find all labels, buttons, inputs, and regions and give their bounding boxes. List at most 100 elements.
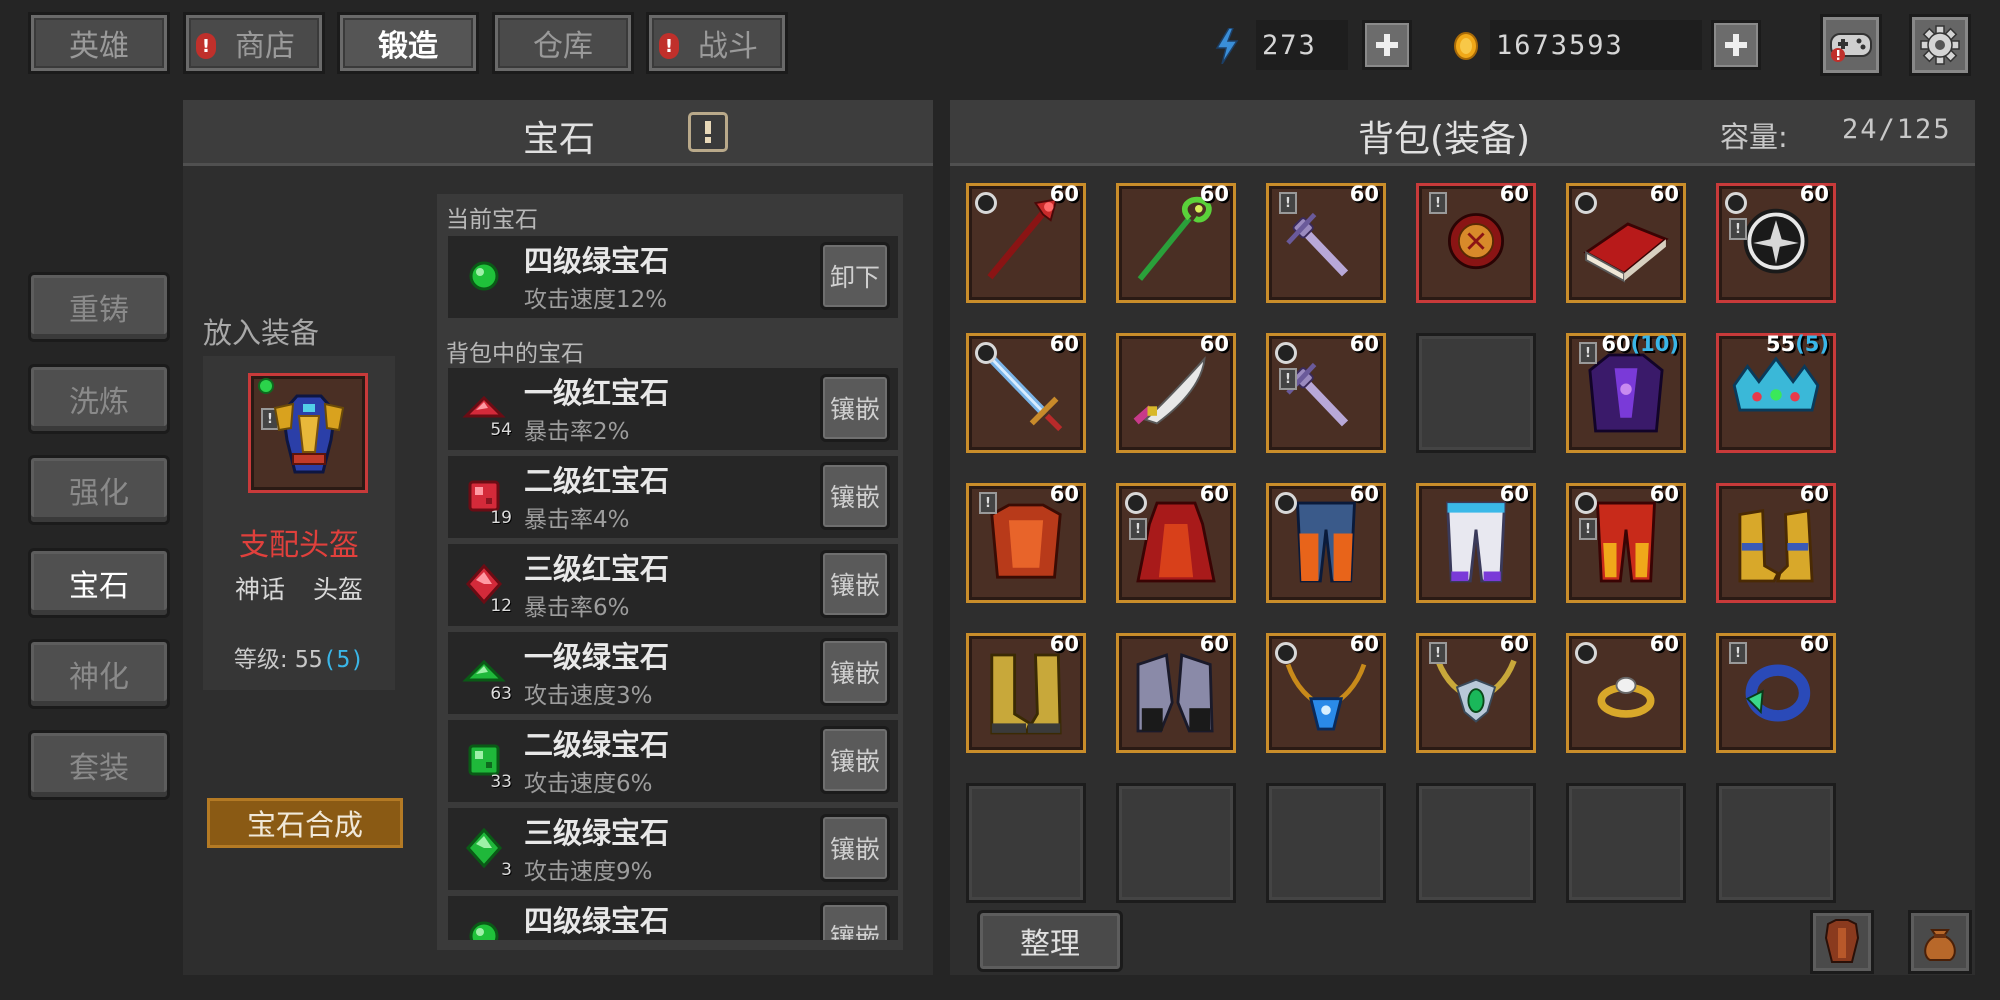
item-level-value: 60 — [1349, 632, 1379, 656]
gem-count: 12 — [490, 596, 512, 616]
item-level: 60 — [1800, 482, 1829, 506]
helmet-armor-icon — [273, 394, 345, 474]
add-gold-button[interactable] — [1711, 20, 1761, 70]
item-level-value: 60 — [1199, 632, 1229, 656]
unequip-gem-button[interactable]: 卸下 — [820, 242, 890, 310]
gem-synthesis-button[interactable]: 宝石合成 — [207, 798, 403, 848]
inlay-gem-button[interactable]: 镶嵌 — [820, 902, 890, 940]
item-level: 60 — [1800, 182, 1829, 206]
menu-set[interactable]: 套装 — [28, 730, 170, 800]
top-tab-hero[interactable]: 英雄 — [28, 12, 170, 74]
inventory-slot[interactable]: ! 60 — [1266, 332, 1386, 453]
inventory-slot[interactable]: ! 60 — [1266, 182, 1386, 303]
inventory-slot[interactable]: ! 60 — [1416, 182, 1536, 303]
inventory-slot[interactable]: 60 — [1116, 182, 1236, 303]
capacity-value: 24/125 — [1842, 114, 1952, 145]
equipment-rarity: 神话 — [235, 575, 286, 604]
item-level-value: 60 — [1649, 632, 1679, 656]
top-tab-shop[interactable]: ! 商店 — [183, 12, 325, 74]
green-orb-icon — [454, 246, 514, 306]
menu-deify[interactable]: 神化 — [28, 639, 170, 709]
inventory-slot[interactable]: 60 — [1716, 482, 1836, 603]
inventory-slot[interactable]: 60 — [1266, 632, 1386, 753]
plus-icon — [1725, 34, 1747, 56]
pouch-icon — [1924, 929, 1956, 961]
inlay-gem-button[interactable]: 镶嵌 — [820, 726, 890, 794]
empty-slot[interactable] — [1266, 783, 1386, 903]
item-level-value: 60 — [1349, 332, 1379, 356]
menu-enhance[interactable]: 强化 — [28, 455, 170, 525]
inventory-slot[interactable]: 55(5) — [1716, 332, 1836, 453]
gem-count: 3 — [501, 860, 512, 880]
plus-icon — [1376, 34, 1398, 56]
bag-gem-row: 54 一级红宝石 暴击率2% 镶嵌 — [448, 368, 898, 450]
marker-ring-icon — [975, 192, 997, 214]
tag-icon: ! — [979, 492, 997, 514]
backpack-title: 背包(装备) — [1358, 119, 1531, 160]
equipment-filter-button[interactable] — [1810, 910, 1874, 974]
inventory-slot[interactable]: 60 — [1116, 332, 1236, 453]
equipment-meta: 神话 头盔 — [203, 570, 395, 606]
empty-slot[interactable] — [966, 783, 1086, 903]
menu-label: 宝石 — [69, 569, 129, 604]
inlay-gem-button[interactable]: 镶嵌 — [820, 462, 890, 530]
add-energy-button[interactable] — [1362, 20, 1412, 70]
gamepad-button[interactable] — [1820, 14, 1882, 76]
inventory-slot[interactable]: 60 — [1116, 632, 1236, 753]
menu-gem[interactable]: 宝石 — [28, 548, 170, 618]
sort-button[interactable]: 整理 — [977, 910, 1123, 972]
inventory-slot[interactable]: 60 — [966, 632, 1086, 753]
empty-slot[interactable] — [1416, 783, 1536, 903]
gem-info-button[interactable] — [688, 112, 728, 152]
backpack-header: 背包(装备) 容量: 24/125 — [950, 100, 1975, 166]
inventory-slot[interactable]: ! 60 — [1716, 632, 1836, 753]
lightning-icon — [1215, 28, 1239, 64]
top-tab-forge[interactable]: 锻造 — [337, 12, 479, 74]
alert-icon: ! — [196, 33, 216, 59]
tag-icon: ! — [1579, 342, 1597, 364]
item-level: 60 — [1200, 332, 1229, 356]
empty-slot[interactable] — [1566, 783, 1686, 903]
inlay-gem-button[interactable]: 镶嵌 — [820, 374, 890, 442]
gem-name: 四级绿宝石 — [524, 904, 670, 938]
button-label: 镶嵌 — [829, 483, 880, 512]
settings-button[interactable] — [1909, 14, 1971, 76]
equipment-slot[interactable]: ! — [248, 373, 368, 493]
inlay-gem-button[interactable]: 镶嵌 — [820, 550, 890, 618]
empty-slot[interactable] — [1716, 783, 1836, 903]
marker-ring-icon — [1275, 642, 1297, 664]
top-tab-battle[interactable]: ! 战斗 — [646, 12, 788, 74]
inventory-slot[interactable]: 60 — [1416, 482, 1536, 603]
menu-label: 强化 — [69, 476, 129, 511]
top-tab-warehouse[interactable]: 仓库 — [492, 12, 634, 74]
inventory-slot[interactable]: 60 — [1566, 182, 1686, 303]
marker-ring-icon — [1275, 342, 1297, 364]
inventory-slot[interactable]: 60 — [1566, 632, 1686, 753]
inlay-gem-button[interactable]: 镶嵌 — [820, 814, 890, 882]
inventory-slot[interactable]: ! 60 — [1716, 182, 1836, 303]
menu-refine[interactable]: 洗炼 — [28, 364, 170, 434]
inventory-slot[interactable]: ! 60 — [1116, 482, 1236, 603]
inventory-slot[interactable]: 60 — [966, 182, 1086, 303]
sort-button-label: 整理 — [1020, 927, 1080, 962]
inventory-slot[interactable]: 60 — [966, 332, 1086, 453]
inventory-slot[interactable]: ! 60 — [1566, 482, 1686, 603]
empty-slot[interactable] — [1416, 333, 1536, 453]
menu-recast[interactable]: 重铸 — [28, 272, 170, 342]
inventory-slot[interactable]: 60 — [1266, 482, 1386, 603]
equipment-card: ! 支配头盔 神话 头盔 等级: 55(5) — [203, 356, 395, 690]
red-gem-3-icon: 12 — [454, 554, 514, 616]
inlay-gem-button[interactable]: 镶嵌 — [820, 638, 890, 706]
inventory-slot[interactable]: ! 60 — [1416, 632, 1536, 753]
empty-slot[interactable] — [1116, 783, 1236, 903]
item-level: 60 — [1650, 632, 1679, 656]
equipment-level-label: 等级: — [233, 647, 288, 673]
inventory-slot[interactable]: ! 60 — [966, 482, 1086, 603]
gold-value: 1673593 — [1490, 20, 1702, 70]
material-bag-button[interactable] — [1908, 910, 1972, 974]
marker-ring-icon — [1125, 492, 1147, 514]
bag-gem-list[interactable]: 54 一级红宝石 暴击率2% 镶嵌 19 二级红宝石 暴击率4% 镶嵌 12 三… — [448, 368, 898, 940]
item-level: 60 — [1050, 332, 1079, 356]
item-level: 60 — [1350, 632, 1379, 656]
inventory-slot[interactable]: ! 60(10) — [1566, 332, 1686, 453]
